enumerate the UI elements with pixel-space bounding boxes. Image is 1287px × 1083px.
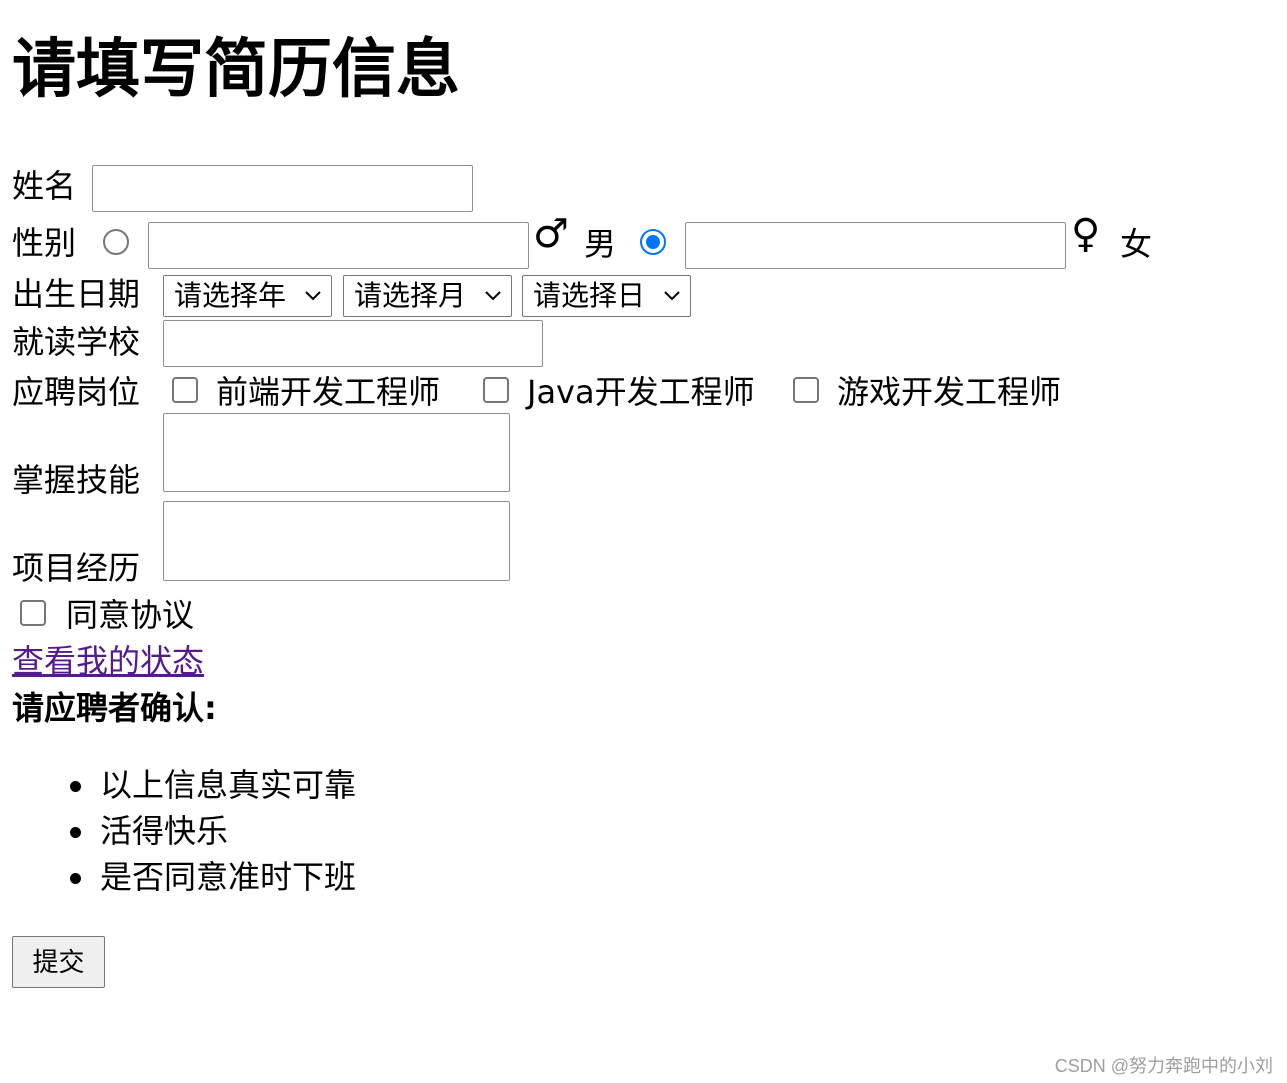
year-select-value: 请选择年 [174,279,287,312]
name-input[interactable] [92,165,473,212]
confirm-heading: 请应聘者确认: [12,689,217,727]
position-label: 应聘岗位 [12,373,141,411]
skills-textarea[interactable] [163,413,510,492]
male-text-input[interactable] [148,222,529,269]
gender-label: 性别 [12,224,77,262]
position-label-frontend: 前端开发工程师 [216,373,441,411]
female-label: 女 [1120,225,1153,263]
male-radio[interactable] [103,229,129,255]
list-item: 是否同意准时下班 [69,854,356,900]
confirm-list: 以上信息真实可靠 活得快乐 是否同意准时下班 [0,762,356,900]
month-select[interactable]: 请选择月 [343,275,512,317]
month-select-value: 请选择月 [354,279,467,312]
birth-label: 出生日期 [12,275,141,313]
day-select-value: 请选择日 [533,279,646,312]
school-label: 就读学校 [12,323,141,361]
chevron-down-icon [305,291,321,301]
name-label: 姓名 [12,167,77,205]
day-select[interactable]: 请选择日 [522,275,691,317]
watermark: CSDN @努力奔跑中的小刘 [1054,1056,1273,1076]
list-item: 以上信息真实可靠 [69,762,356,808]
chevron-down-icon [664,291,680,301]
position-checkbox-frontend[interactable] [172,377,198,403]
male-symbol-icon: ♂ [533,211,569,257]
list-item: 活得快乐 [69,808,356,854]
status-link[interactable]: 查看我的状态 [12,641,204,681]
agree-label: 同意协议 [66,596,195,634]
position-label-java: Java开发工程师 [527,373,755,411]
chevron-down-icon [485,291,501,301]
female-text-input[interactable] [685,222,1066,269]
female-symbol-icon: ♀ [1071,211,1101,257]
position-checkbox-java[interactable] [483,377,509,403]
page-title: 请填写简历信息 [12,33,460,107]
male-label: 男 [584,225,617,263]
projects-label: 项目经历 [12,549,141,587]
school-input[interactable] [163,320,543,367]
skills-label: 掌握技能 [12,461,141,499]
female-radio[interactable] [640,229,666,255]
position-checkbox-game[interactable] [793,377,819,403]
submit-button[interactable]: 提交 [12,936,105,988]
agree-checkbox[interactable] [20,600,46,626]
year-select[interactable]: 请选择年 [163,275,332,317]
projects-textarea[interactable] [163,501,510,581]
position-label-game: 游戏开发工程师 [837,373,1062,411]
